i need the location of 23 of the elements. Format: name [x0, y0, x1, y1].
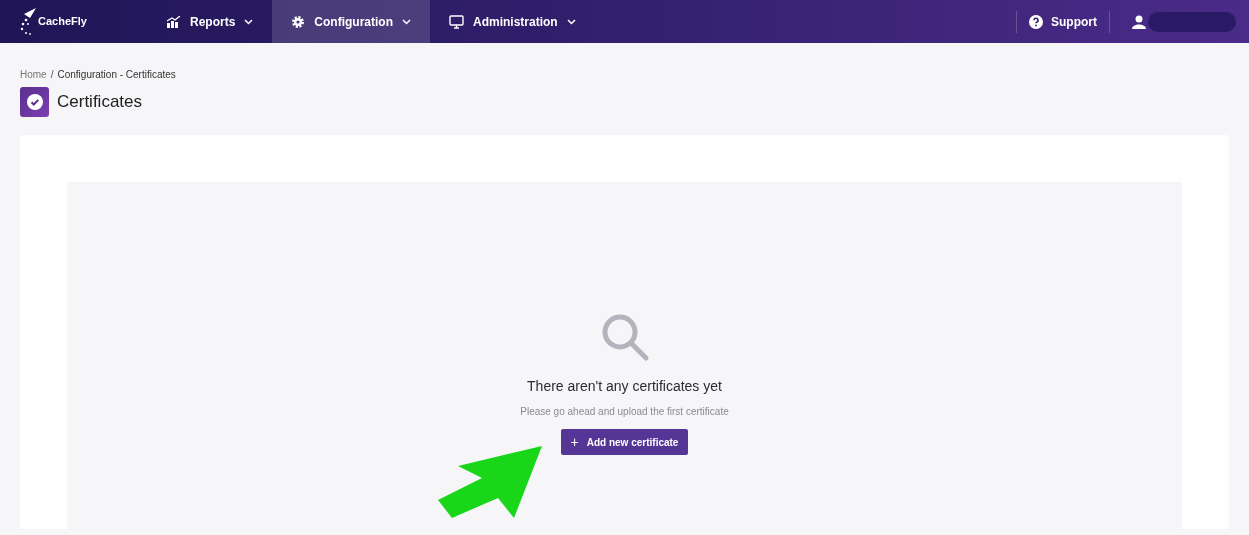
settings-icon — [291, 14, 306, 29]
plus-icon: + — [570, 435, 579, 449]
certificate-icon — [20, 87, 49, 117]
chart-icon — [167, 15, 181, 28]
add-certificate-button[interactable]: + Add new certificate — [560, 429, 689, 455]
help-icon — [1029, 14, 1043, 29]
breadcrumb-current: Configuration - Certificates — [57, 68, 176, 82]
logo[interactable]: CacheFly — [20, 7, 87, 36]
nav-menu-item[interactable]: Configuration — [272, 0, 430, 43]
breadcrumb-separator: / — [50, 68, 54, 82]
support-link[interactable]: Support — [1017, 12, 1109, 31]
monitor-icon — [449, 14, 464, 29]
nav-menu-item[interactable]: Administration — [430, 0, 595, 43]
page-title: Certificates — [57, 91, 143, 114]
empty-state-message: Please go ahead and upload the first certificate — [520, 405, 729, 419]
chevron-down-icon — [566, 18, 576, 25]
chevron-down-icon — [244, 18, 254, 25]
user-icon[interactable] — [1132, 14, 1146, 29]
empty-state-heading: There aren't any certificates yet — [527, 377, 722, 396]
chevron-down-icon — [402, 18, 411, 25]
nav-menu-item[interactable]: Reports — [148, 0, 273, 43]
logo-icon — [20, 7, 36, 36]
breadcrumb-link[interactable]: Home — [20, 68, 47, 82]
